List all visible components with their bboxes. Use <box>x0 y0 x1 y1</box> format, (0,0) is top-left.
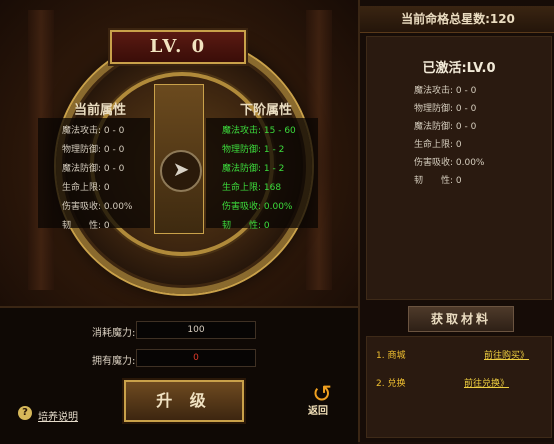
material-source-label: 2. 兑换 <box>376 379 406 389</box>
activated-attr-line: 魔法攻击: 0 - 0 <box>414 86 477 96</box>
total-stars-header: 当前命格总星数:120 <box>360 6 554 33</box>
current-attr-line: 韧 性: 0 <box>62 221 110 231</box>
activated-attr-line: 韧 性: 0 <box>414 176 462 186</box>
current-attr-line: 魔法攻击: 0 - 0 <box>62 126 125 136</box>
next-attr-line: 韧 性: 0 <box>222 221 270 231</box>
cost-value: 100 <box>136 321 256 339</box>
buy-link[interactable]: 前往购买》 <box>484 348 529 361</box>
next-attr-line: 魔法攻击: 15 - 60 <box>222 126 296 136</box>
help-link[interactable]: 培养说明 <box>38 408 78 423</box>
materials-header: 获取材料 <box>408 306 514 332</box>
next-attr-line: 伤害吸收: 0.00% <box>222 202 293 212</box>
exchange-link[interactable]: 前往兑换》 <box>464 376 509 389</box>
back-button[interactable]: ↺ 返回 <box>308 382 344 418</box>
current-attr-line: 物理防御: 0 - 0 <box>62 145 125 155</box>
current-attr-line: 魔法防御: 0 - 0 <box>62 164 125 174</box>
material-source-label: 1. 商城 <box>376 351 406 361</box>
summary-panel: 当前命格总星数:120 已激活:LV.0 魔法攻击: 0 - 0 物理防御: 0… <box>358 0 554 442</box>
activated-attr-line: 生命上限: 0 <box>414 140 462 150</box>
activated-attr-line: 物理防御: 0 - 0 <box>414 104 477 114</box>
next-attr-line: 物理防御: 1 - 2 <box>222 145 285 155</box>
current-attr-line: 伤害吸收: 0.00% <box>62 202 133 212</box>
question-icon[interactable]: ? <box>18 406 32 420</box>
back-label: 返回 <box>308 406 328 417</box>
next-attr-line: 生命上限: 168 <box>222 183 282 193</box>
owned-value: 0 <box>136 349 256 367</box>
activated-attr-line: 魔法防御: 0 - 0 <box>414 122 477 132</box>
current-attr-line: 生命上限: 0 <box>62 183 110 193</box>
level-badge: LV. 0 <box>110 30 246 64</box>
activated-title: 已激活:LV.0 <box>422 61 496 76</box>
next-attrs-title: 下阶属性 <box>240 103 293 118</box>
next-attr-line: 魔法防御: 1 - 2 <box>222 164 285 174</box>
upgrade-button[interactable]: 升 级 <box>124 380 244 422</box>
activated-box: 已激活:LV.0 <box>366 36 552 300</box>
cost-label: 消耗魔力: <box>92 328 136 339</box>
activated-attr-line: 伤害吸收: 0.00% <box>414 158 485 168</box>
owned-label: 拥有魔力: <box>92 356 136 367</box>
current-attrs-title: 当前属性 <box>74 103 127 118</box>
chevron-right-icon: ➤ <box>160 150 202 192</box>
